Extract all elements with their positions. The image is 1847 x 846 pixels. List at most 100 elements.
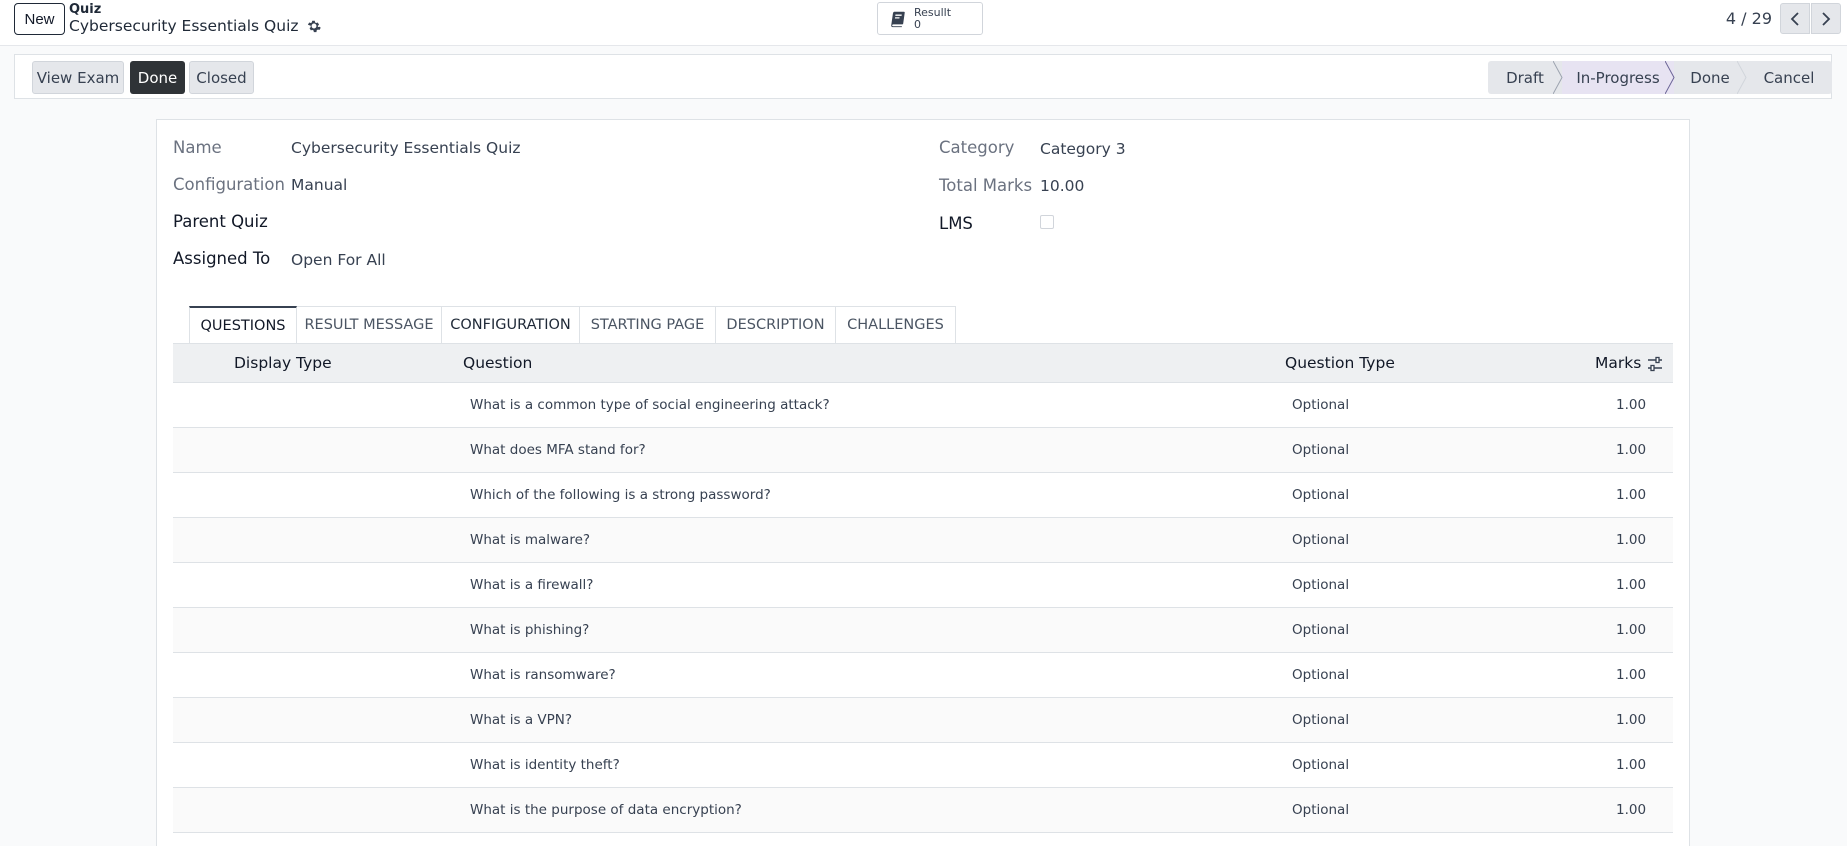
stage-arrow-icon (1737, 61, 1747, 94)
breadcrumb-current: Cybersecurity Essentials Quiz (69, 17, 321, 35)
column-question-type[interactable]: Question Type (1285, 354, 1395, 372)
stage-arrow-icon (1665, 61, 1675, 94)
question-cell: What is malware? (470, 532, 591, 548)
lms-label: LMS (939, 214, 973, 233)
stage-draft-label: Draft (1506, 68, 1544, 87)
table-row[interactable]: What is the purpose of data encryption? … (173, 788, 1673, 833)
marks-cell: 1.00 (1616, 757, 1647, 773)
marks-cell: 1.00 (1616, 487, 1647, 503)
configuration-label: Configuration (173, 175, 285, 194)
table-row[interactable]: What is phishing? Optional 1.00 (173, 608, 1673, 653)
question-cell: What is phishing? (470, 622, 590, 638)
name-label: Name (173, 138, 222, 157)
total-marks-label: Total Marks (939, 176, 1033, 195)
column-question[interactable]: Question (463, 354, 532, 372)
marks-cell: 1.00 (1616, 532, 1647, 548)
question-type-cell: Optional (1292, 442, 1350, 458)
record-title: Cybersecurity Essentials Quiz (69, 17, 299, 35)
tab-result-message[interactable]: RESULT MESSAGE (297, 306, 442, 344)
result-smart-button[interactable]: Resullt 0 (877, 2, 983, 35)
category-field[interactable]: Category 3 (1040, 140, 1126, 158)
smart-button-text: Resullt 0 (914, 5, 952, 31)
table-header: Display Type Question Question Type Mark… (173, 343, 1673, 383)
chevron-left-icon (1790, 11, 1799, 26)
table-body: What is a common type of social engineer… (173, 383, 1673, 833)
question-cell: What does MFA stand for? (470, 442, 646, 458)
column-marks[interactable]: Marks (1595, 354, 1641, 372)
question-type-cell: Optional (1292, 577, 1350, 593)
question-cell: Which of the following is a strong passw… (470, 487, 771, 503)
parent-quiz-field[interactable] (291, 213, 891, 233)
question-cell: What is a firewall? (470, 577, 594, 593)
stage-cancel-label: Cancel (1763, 68, 1815, 87)
table-row[interactable]: What is identity theft? Optional 1.00 (173, 743, 1673, 788)
table-row[interactable]: What does MFA stand for? Optional 1.00 (173, 428, 1673, 473)
control-panel: New Quiz Cybersecurity Essentials Quiz R… (0, 0, 1847, 46)
stage-done-label: Done (1690, 68, 1730, 87)
question-cell: What is the purpose of data encryption? (470, 802, 742, 818)
table-row[interactable]: What is a firewall? Optional 1.00 (173, 563, 1673, 608)
table-row[interactable]: What is malware? Optional 1.00 (173, 518, 1673, 563)
stage-draft[interactable]: Draft (1488, 61, 1563, 94)
tab-description[interactable]: DESCRIPTION (716, 306, 836, 344)
table-row[interactable]: What is a VPN? Optional 1.00 (173, 698, 1673, 743)
table-row[interactable]: Which of the following is a strong passw… (173, 473, 1673, 518)
stage-cancel[interactable]: Cancel (1746, 61, 1832, 94)
gear-icon[interactable] (307, 19, 321, 33)
stage-pipeline: Draft In-Progress Done Cancel (1488, 61, 1832, 94)
breadcrumb-parent[interactable]: Quiz (69, 2, 101, 17)
question-type-cell: Optional (1292, 397, 1350, 413)
marks-cell: 1.00 (1616, 577, 1647, 593)
marks-cell: 1.00 (1616, 667, 1647, 683)
smart-button-count: 0 (914, 17, 921, 31)
question-type-cell: Optional (1292, 712, 1350, 728)
marks-cell: 1.00 (1616, 622, 1647, 638)
question-type-cell: Optional (1292, 487, 1350, 503)
new-button[interactable]: New (14, 3, 65, 35)
assigned-to-field[interactable]: Open For All (291, 251, 386, 269)
done-button[interactable]: Done (130, 61, 185, 94)
marks-cell: 1.00 (1616, 802, 1647, 818)
tab-configuration[interactable]: CONFIGURATION (442, 306, 580, 344)
question-cell: What is a VPN? (470, 712, 573, 728)
pager-value[interactable]: 4 / 29 (1726, 9, 1772, 28)
status-bar: View Exam Done Closed Draft In-Progress … (14, 54, 1832, 99)
stage-in-progress[interactable]: In-Progress (1562, 61, 1675, 94)
pager-previous-button[interactable] (1780, 3, 1810, 34)
column-display-type[interactable]: Display Type (234, 354, 332, 372)
table-row[interactable]: What is a common type of social engineer… (173, 383, 1673, 428)
lms-checkbox[interactable] (1040, 215, 1054, 229)
assigned-to-label: Assigned To (173, 249, 271, 268)
marks-cell: 1.00 (1616, 397, 1647, 413)
book-icon (891, 11, 905, 27)
chevron-right-icon (1822, 11, 1831, 26)
closed-button[interactable]: Closed (189, 61, 254, 94)
tab-challenges[interactable]: CHALLENGES (836, 306, 956, 344)
pager-next-button[interactable] (1811, 3, 1841, 34)
question-type-cell: Optional (1292, 622, 1350, 638)
tab-starting-page[interactable]: STARTING PAGE (580, 306, 716, 344)
marks-cell: 1.00 (1616, 712, 1647, 728)
view-exam-button[interactable]: View Exam (32, 61, 124, 94)
table-row[interactable]: What is ransomware? Optional 1.00 (173, 653, 1673, 698)
question-type-cell: Optional (1292, 532, 1350, 548)
marks-cell: 1.00 (1616, 442, 1647, 458)
questions-table: Display Type Question Question Type Mark… (173, 343, 1673, 833)
category-label: Category (939, 138, 1015, 157)
notebook-tabs: QUESTIONS RESULT MESSAGE CONFIGURATION S… (189, 306, 956, 344)
sliders-icon[interactable] (1647, 356, 1663, 372)
question-type-cell: Optional (1292, 757, 1350, 773)
smart-button-label: Resullt (914, 5, 952, 19)
question-cell: What is a common type of social engineer… (470, 397, 830, 413)
stage-arrow-icon (1553, 61, 1563, 94)
question-cell: What is identity theft? (470, 757, 620, 773)
question-type-cell: Optional (1292, 667, 1350, 683)
name-field[interactable]: Cybersecurity Essentials Quiz (291, 139, 521, 157)
parent-quiz-label: Parent Quiz (173, 212, 268, 231)
configuration-field[interactable]: Manual (291, 176, 347, 194)
total-marks-field[interactable]: 10.00 (1040, 177, 1084, 195)
stage-done[interactable]: Done (1674, 61, 1747, 94)
tab-questions[interactable]: QUESTIONS (189, 306, 297, 344)
form-sheet: Name Cybersecurity Essentials Quiz Confi… (156, 119, 1690, 846)
stage-in-progress-label: In-Progress (1576, 68, 1660, 87)
